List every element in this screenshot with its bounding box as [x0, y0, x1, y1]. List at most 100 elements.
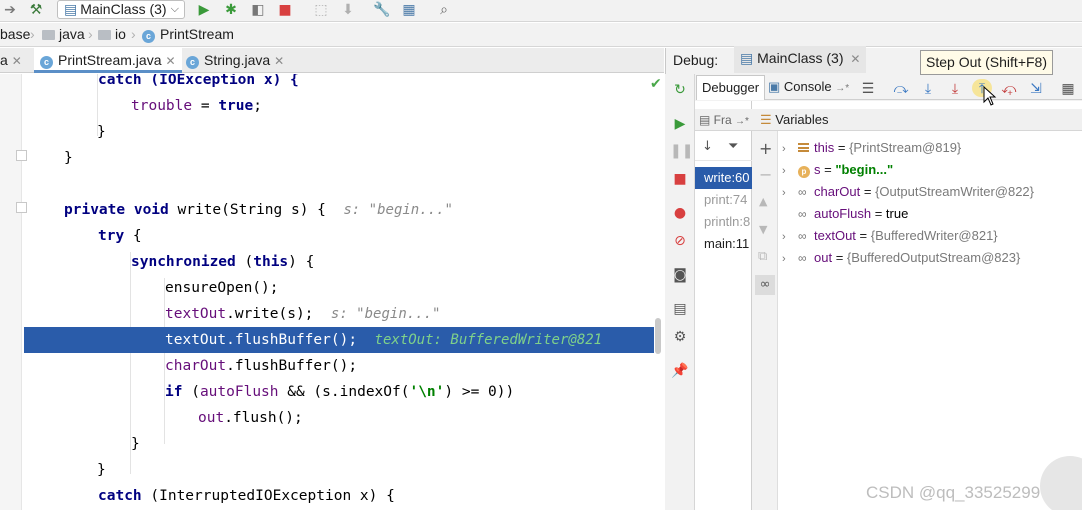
settings-icon[interactable]: ⚙: [670, 327, 690, 347]
chevron-right-icon[interactable]: ›: [782, 138, 798, 160]
search-icon[interactable]: ⌕: [434, 1, 454, 19]
variable-value: {BufferedWriter@821}: [870, 228, 998, 243]
close-icon[interactable]: ✕: [850, 52, 860, 66]
variable-row[interactable]: › ∞ textOut = {BufferedWriter@821}: [782, 225, 1082, 247]
variable-equals: =: [820, 162, 836, 177]
step-over-icon[interactable]: ⤼: [891, 79, 911, 97]
frame-item[interactable]: write:60: [695, 167, 752, 189]
code-field: autoFlush: [199, 384, 279, 400]
variable-equals: =: [834, 140, 850, 155]
step-into-icon[interactable]: ⤓: [918, 79, 938, 97]
pin-arrow: →*: [735, 116, 749, 127]
stop-icon[interactable]: ■: [670, 169, 690, 189]
breadcrumb-java[interactable]: java: [42, 23, 85, 46]
breadcrumb-base[interactable]: base: [0, 23, 30, 46]
tab-printstream-java[interactable]: c PrintStream.java ✕: [34, 48, 182, 73]
chevron-right-icon[interactable]: ›: [782, 248, 798, 270]
debug-icon[interactable]: ✱: [221, 1, 241, 19]
code-keyword: true: [218, 98, 254, 114]
inline-debug-value: textOut: BufferedWriter@821: [374, 332, 603, 348]
run-to-cursor-icon[interactable]: ⇲: [1026, 79, 1046, 97]
code-line: private void write(String s) { s: "begin…: [64, 197, 664, 223]
force-step-into-icon[interactable]: ⤓: [945, 79, 965, 97]
arrow-down-icon[interactable]: ↓: [702, 139, 713, 154]
variable-value: true: [885, 206, 909, 221]
evaluate-icon[interactable]: ▦: [1058, 79, 1078, 97]
menu-icon[interactable]: ☰: [858, 79, 878, 97]
frame-item[interactable]: println:8: [695, 211, 752, 233]
variable-row[interactable]: › ∞ charOut = {OutputStreamWriter@822}: [782, 181, 1082, 203]
execution-point-line: textOut.flushBuffer(); textOut: Buffered…: [24, 327, 654, 353]
camera-icon[interactable]: ◙: [670, 265, 690, 285]
debug-session-label: MainClass (3): [757, 50, 844, 66]
code-line: ensureOpen();: [165, 275, 664, 301]
move-down-icon[interactable]: ▼: [759, 223, 767, 236]
infinity-icon[interactable]: ∞: [755, 275, 775, 295]
run-config-selector[interactable]: ▤ MainClass (3) ⌵: [57, 0, 185, 19]
code-text: ;: [253, 98, 262, 114]
pin-icon[interactable]: 📌: [670, 361, 690, 381]
close-icon[interactable]: ✕: [165, 54, 175, 68]
tab-string-java[interactable]: c String.java ✕: [180, 48, 290, 73]
editor-gutter[interactable]: [0, 74, 22, 510]
hammer-icon[interactable]: ⚒: [26, 1, 46, 19]
variable-row[interactable]: › this = {PrintStream@819}: [782, 137, 1082, 159]
variable-row[interactable]: ∞ autoFlush = true: [782, 203, 1082, 225]
code-text: .flushBuffer();: [226, 358, 358, 374]
chevron-right-icon[interactable]: ›: [782, 226, 798, 248]
code-keyword: private: [64, 202, 126, 218]
tab-debug-session[interactable]: ▤ MainClass (3) ✕: [734, 46, 867, 73]
add-watch-icon[interactable]: +: [759, 139, 772, 158]
watermark: CSDN @qq_33525299: [866, 483, 1041, 502]
back-arrow-icon[interactable]: ➔: [0, 1, 20, 19]
coverage-icon[interactable]: ◧: [248, 1, 268, 19]
code-text: ensureOpen();: [165, 280, 279, 296]
frames-header-label: Fra: [713, 113, 732, 127]
resume-icon[interactable]: ▶: [670, 114, 690, 134]
copy-icon[interactable]: ⧉: [758, 249, 767, 264]
main-toolbar: ➔ ⚒ ▤ MainClass (3) ⌵ ▶ ✱ ◧ ■ ⬚ ⬇ 🔧 ▦ ⌕: [0, 0, 1082, 22]
variable-name: out: [814, 250, 833, 265]
tab-label: String.java: [204, 52, 271, 68]
frame-item[interactable]: main:11: [695, 233, 752, 255]
code-field: charOut: [165, 358, 227, 374]
code-line: try {: [98, 223, 664, 249]
stop-icon[interactable]: ■: [275, 1, 295, 19]
variables-toolbar: + − ▲ ▼ ⧉ ∞: [752, 131, 778, 510]
filter-icon[interactable]: ⏷: [728, 139, 738, 154]
variable-row[interactable]: › p s = "begin...": [782, 159, 1082, 181]
close-icon[interactable]: ✕: [274, 54, 284, 68]
frames-pane: ▤ Fra →* ↓ ⏷ write:60 print:74 println:8…: [695, 101, 752, 510]
tab-a[interactable]: a ✕: [0, 48, 28, 73]
tab-debugger[interactable]: Debugger: [696, 75, 766, 100]
checkmark-icon: ✔: [650, 76, 662, 92]
build-icon[interactable]: ⬚: [311, 1, 331, 19]
view-breakpoints-icon[interactable]: ●: [670, 203, 690, 223]
frame-item[interactable]: print:74: [695, 189, 752, 211]
fold-marker[interactable]: [16, 150, 27, 161]
mute-breakpoints-icon[interactable]: ⊘: [670, 231, 690, 251]
variable-row[interactable]: › ∞ out = {BufferedOutputStream@823}: [782, 247, 1082, 269]
breadcrumb-io[interactable]: io: [98, 23, 126, 46]
fold-marker[interactable]: [16, 202, 27, 213]
pause-icon[interactable]: ❚❚: [670, 141, 693, 161]
chevron-right-icon[interactable]: ›: [782, 160, 798, 182]
breadcrumb-printstream[interactable]: c PrintStream: [142, 23, 234, 46]
wrench-icon[interactable]: 🔧: [372, 1, 392, 19]
layout-icon[interactable]: ▤: [670, 299, 690, 319]
code-editor[interactable]: catch (IOException x) { trouble = true; …: [0, 74, 664, 510]
editor-scrollbar[interactable]: [655, 318, 661, 354]
drop-frame-icon[interactable]: ⤽: [999, 79, 1019, 97]
code-text: (InterruptedIOException x) {: [141, 488, 395, 504]
rerun-icon[interactable]: ↻: [670, 80, 690, 100]
remove-watch-icon[interactable]: −: [759, 165, 772, 184]
close-icon[interactable]: ✕: [12, 54, 22, 68]
chevron-right-icon[interactable]: ›: [782, 182, 798, 204]
project-structure-icon[interactable]: ▦: [399, 1, 419, 19]
download-icon[interactable]: ⬇: [338, 1, 358, 19]
variable-value: {PrintStream@819}: [849, 140, 962, 155]
move-up-icon[interactable]: ▲: [759, 195, 767, 208]
tooltip-text: Step Out (Shift+F8): [926, 54, 1047, 70]
run-icon[interactable]: ▶: [194, 1, 214, 19]
tab-console[interactable]: ▣ Console →*: [763, 75, 854, 100]
